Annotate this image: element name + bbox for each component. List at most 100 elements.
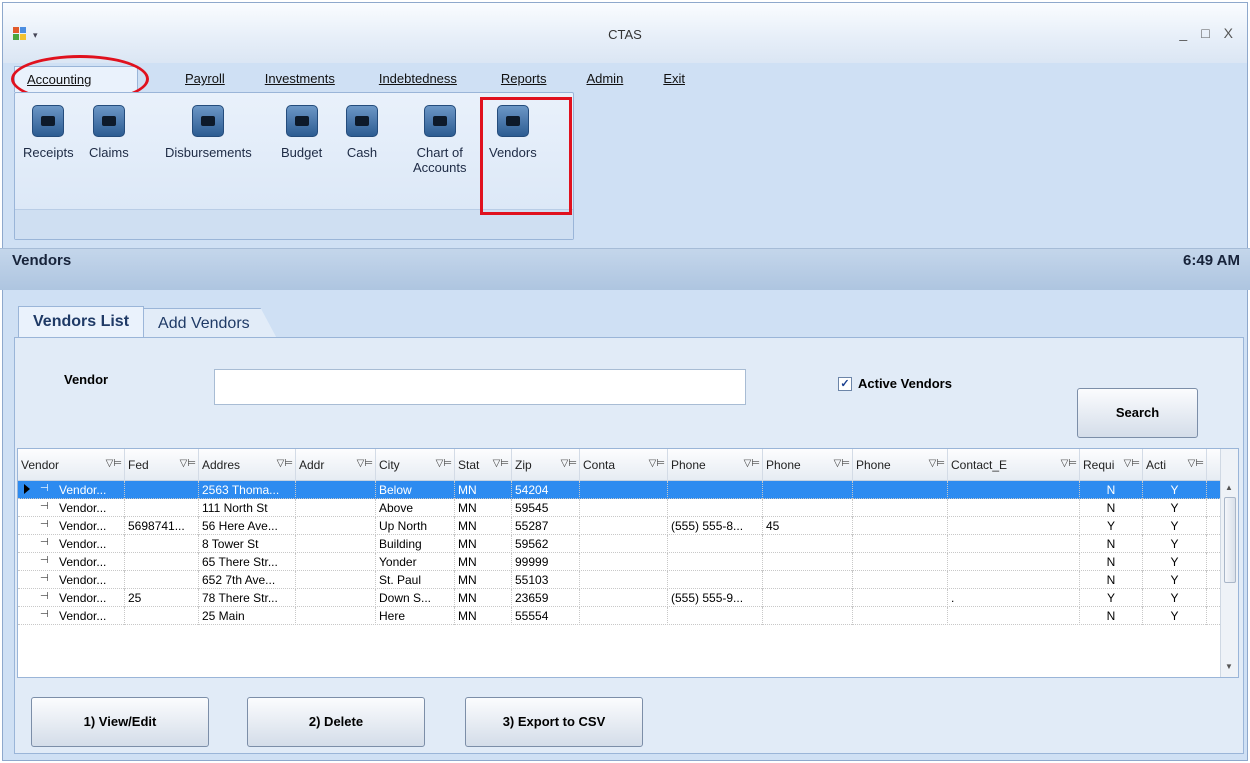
filter-pin-icon[interactable]: ▽⊨ xyxy=(744,458,760,469)
table-cell[interactable]: Y xyxy=(1143,517,1207,535)
table-row[interactable]: ⊣ Vendor... 111 North St Above MN 59545 N Y xyxy=(18,499,1220,517)
table-cell[interactable] xyxy=(948,607,1080,625)
table-cell[interactable]: N xyxy=(1080,535,1143,553)
table-cell[interactable]: 55287 xyxy=(512,517,580,535)
active-vendors-checkbox[interactable]: ✓ xyxy=(838,376,852,391)
ribbon-vendors-button[interactable]: Vendors xyxy=(489,105,537,160)
minimize-icon[interactable]: _ xyxy=(1179,25,1187,41)
table-cell[interactable] xyxy=(948,499,1080,517)
table-cell[interactable]: 5698741... xyxy=(125,517,199,535)
table-cell[interactable] xyxy=(948,553,1080,571)
column-header[interactable]: Vendor ▽⊨ xyxy=(18,449,125,481)
close-icon[interactable]: X xyxy=(1224,25,1233,41)
table-cell[interactable] xyxy=(580,535,668,553)
table-cell[interactable]: MN xyxy=(455,571,512,589)
view-edit-button[interactable]: 1) View/Edit xyxy=(31,697,209,747)
row-pin-icon[interactable]: ⊣ xyxy=(40,519,49,530)
table-cell[interactable]: 55554 xyxy=(512,607,580,625)
menu-investments[interactable]: Investments xyxy=(265,66,335,92)
table-cell[interactable] xyxy=(296,481,376,499)
filter-pin-icon[interactable]: ▽⊨ xyxy=(834,458,850,469)
filter-pin-icon[interactable]: ▽⊨ xyxy=(649,458,665,469)
table-cell[interactable]: Building xyxy=(376,535,455,553)
table-cell[interactable] xyxy=(668,481,763,499)
table-cell[interactable]: 2563 Thoma... xyxy=(199,481,296,499)
table-cell[interactable] xyxy=(763,499,853,517)
column-header[interactable]: Addr ▽⊨ xyxy=(296,449,376,481)
filter-pin-icon[interactable]: ▽⊨ xyxy=(436,458,452,469)
delete-button[interactable]: 2) Delete xyxy=(247,697,425,747)
table-cell[interactable]: Vendor... xyxy=(56,553,125,571)
table-cell[interactable] xyxy=(296,589,376,607)
table-cell[interactable]: 99999 xyxy=(512,553,580,571)
table-cell[interactable]: Vendor... xyxy=(56,571,125,589)
table-cell[interactable] xyxy=(668,535,763,553)
column-header[interactable]: City ▽⊨ xyxy=(376,449,455,481)
export-csv-button[interactable]: 3) Export to CSV xyxy=(465,697,643,747)
ribbon-budget-button[interactable]: Budget xyxy=(281,105,322,160)
table-cell[interactable] xyxy=(580,571,668,589)
table-cell[interactable]: Here xyxy=(376,607,455,625)
column-header[interactable]: Acti ▽⊨ xyxy=(1143,449,1207,481)
table-cell[interactable] xyxy=(296,553,376,571)
table-cell[interactable] xyxy=(580,499,668,517)
table-cell[interactable]: . xyxy=(948,589,1080,607)
table-cell[interactable] xyxy=(125,571,199,589)
table-cell[interactable]: 59562 xyxy=(512,535,580,553)
table-cell[interactable]: Vendor... xyxy=(56,607,125,625)
table-cell[interactable] xyxy=(853,553,948,571)
table-cell[interactable] xyxy=(125,481,199,499)
table-cell[interactable]: N xyxy=(1080,553,1143,571)
filter-pin-icon[interactable]: ▽⊨ xyxy=(180,458,196,469)
table-cell[interactable] xyxy=(580,589,668,607)
filter-pin-icon[interactable]: ▽⊨ xyxy=(1124,458,1140,469)
menu-payroll[interactable]: Payroll xyxy=(185,66,225,92)
filter-pin-icon[interactable]: ▽⊨ xyxy=(357,458,373,469)
table-cell[interactable]: 25 xyxy=(125,589,199,607)
table-cell[interactable]: Vendor... xyxy=(56,499,125,517)
table-cell[interactable]: 54204 xyxy=(512,481,580,499)
column-header[interactable]: Contact_E ▽⊨ xyxy=(948,449,1080,481)
table-cell[interactable]: 65 There Str... xyxy=(199,553,296,571)
table-cell[interactable]: MN xyxy=(455,589,512,607)
column-header[interactable]: Zip ▽⊨ xyxy=(512,449,580,481)
table-cell[interactable] xyxy=(580,517,668,535)
table-cell[interactable] xyxy=(763,589,853,607)
table-cell[interactable]: Vendor... xyxy=(56,517,125,535)
table-cell[interactable] xyxy=(763,553,853,571)
table-cell[interactable] xyxy=(668,607,763,625)
table-cell[interactable] xyxy=(296,571,376,589)
table-cell[interactable]: MN xyxy=(455,499,512,517)
column-header[interactable]: Fed ▽⊨ xyxy=(125,449,199,481)
table-cell[interactable]: MN xyxy=(455,607,512,625)
table-cell[interactable]: 59545 xyxy=(512,499,580,517)
table-cell[interactable] xyxy=(125,499,199,517)
menu-reports[interactable]: Reports xyxy=(501,66,547,92)
table-cell[interactable]: Yonder xyxy=(376,553,455,571)
table-cell[interactable]: 55103 xyxy=(512,571,580,589)
table-cell[interactable]: MN xyxy=(455,517,512,535)
row-pin-icon[interactable]: ⊣ xyxy=(40,555,49,566)
table-cell[interactable]: 56 Here Ave... xyxy=(199,517,296,535)
table-cell[interactable]: St. Paul xyxy=(376,571,455,589)
table-cell[interactable] xyxy=(668,499,763,517)
table-cell[interactable]: Y xyxy=(1143,499,1207,517)
row-pin-icon[interactable]: ⊣ xyxy=(40,501,49,512)
table-cell[interactable] xyxy=(763,571,853,589)
search-button[interactable]: Search xyxy=(1077,388,1198,438)
table-cell[interactable] xyxy=(668,571,763,589)
table-cell[interactable] xyxy=(580,607,668,625)
table-cell[interactable]: Vendor... xyxy=(56,589,125,607)
ribbon-disbursements-button[interactable]: Disbursements xyxy=(165,105,252,160)
tab-vendors-list[interactable]: Vendors List xyxy=(18,306,145,338)
table-cell[interactable] xyxy=(763,481,853,499)
column-header[interactable]: Phone ▽⊨ xyxy=(853,449,948,481)
menu-indebtedness[interactable]: Indebtedness xyxy=(379,66,457,92)
table-cell[interactable] xyxy=(948,481,1080,499)
column-header[interactable]: Conta ▽⊨ xyxy=(580,449,668,481)
table-cell[interactable]: Vendor... xyxy=(56,535,125,553)
table-row[interactable]: ⊣ Vendor... 25 Main Here MN 55554 N Y xyxy=(18,607,1220,625)
scroll-down-icon[interactable]: ▼ xyxy=(1225,662,1233,671)
grid-vertical-scrollbar[interactable]: ▲ ▼ xyxy=(1220,449,1238,677)
table-cell[interactable]: Y xyxy=(1143,571,1207,589)
